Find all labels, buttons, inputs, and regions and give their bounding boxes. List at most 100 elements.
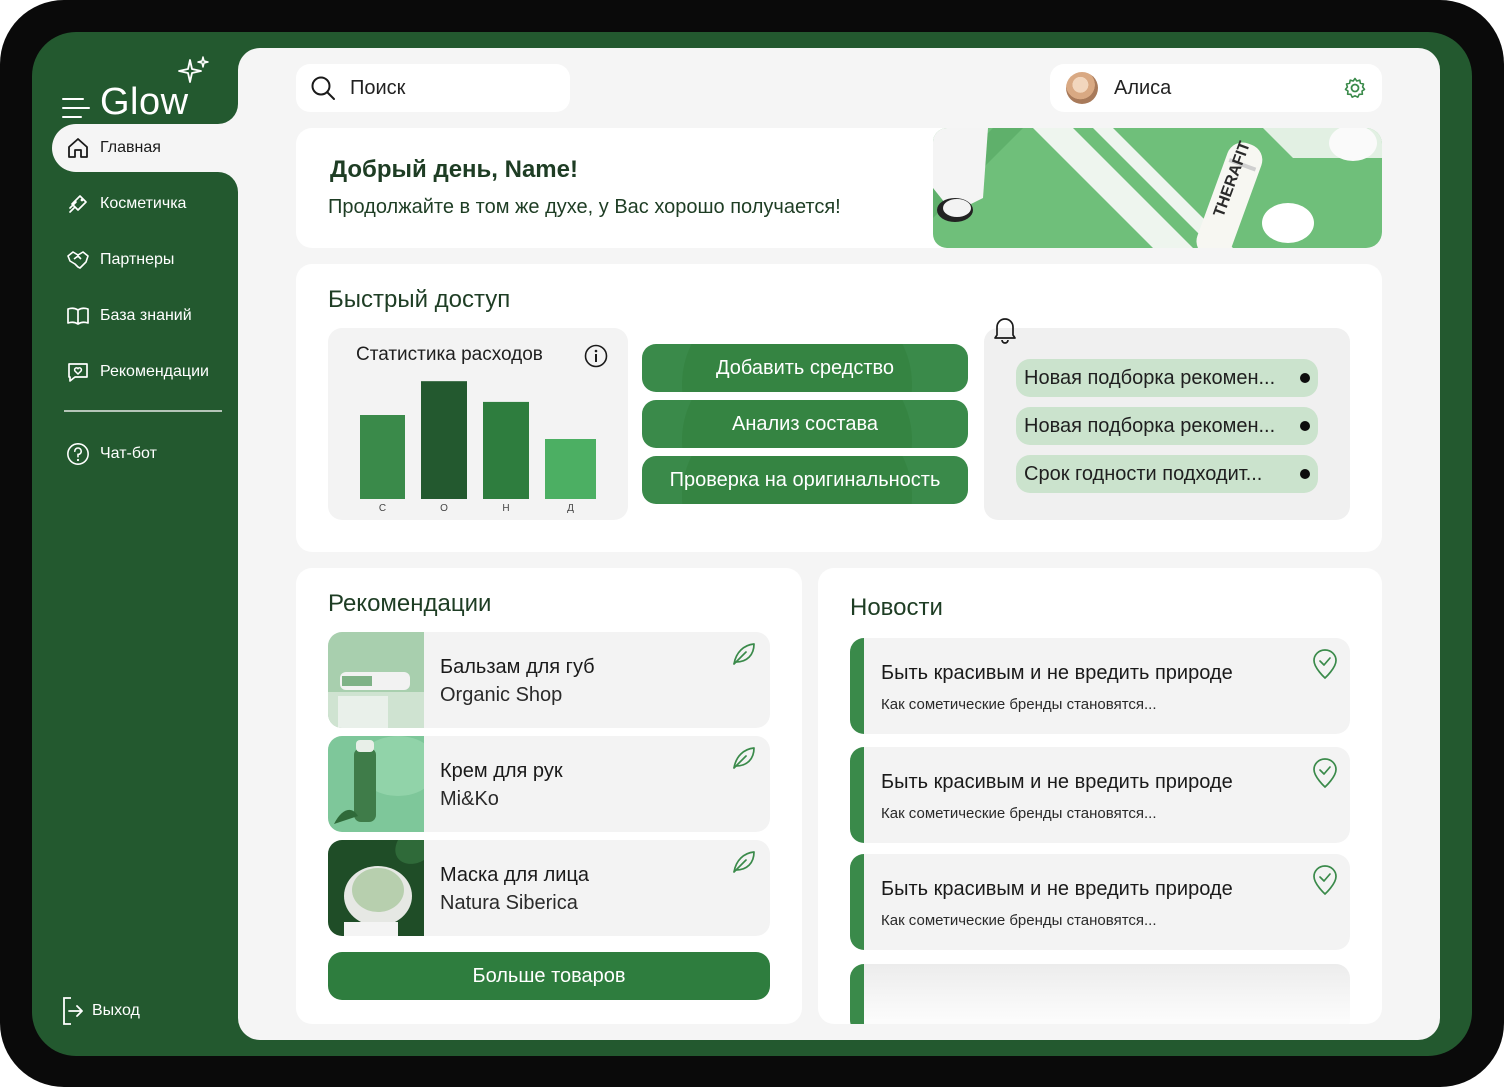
chart-bar bbox=[421, 381, 467, 499]
chat-heart-icon bbox=[68, 363, 88, 382]
sidebar-nav: Главная Косметичка Партнеры База знаний … bbox=[52, 124, 238, 486]
greeting-card: Добрый день, Name! Продолжайте в том же … bbox=[296, 128, 1382, 248]
banner-image: THERAFIT bbox=[933, 128, 1382, 248]
chatbot-label: Чат-бот bbox=[100, 445, 157, 462]
leaf-icon[interactable] bbox=[730, 640, 758, 668]
menu-icon[interactable] bbox=[62, 98, 90, 118]
handshake-icon bbox=[67, 251, 89, 269]
sidebar-item-recommendations[interactable]: Рекомендации bbox=[52, 348, 238, 396]
news-item[interactable]: Быть красивым и не вредить природе Как с… bbox=[850, 854, 1350, 950]
news-headline: Быть красивым и не вредить природе bbox=[881, 771, 1233, 793]
recommendation-item[interactable]: Бальзам для губ Organic Shop bbox=[328, 632, 770, 728]
help-circle-icon bbox=[67, 443, 89, 465]
sidebar-divider bbox=[64, 410, 222, 412]
chart-tick-label: Д bbox=[567, 503, 574, 514]
app-logo: Glow bbox=[62, 56, 209, 122]
home-icon bbox=[68, 138, 88, 158]
cosmetics-icon bbox=[69, 195, 87, 213]
chart-tick-label: О bbox=[440, 503, 448, 514]
expense-stats-card[interactable]: Статистика расходов СОНД bbox=[328, 328, 628, 520]
content-area: Алиса Добрый день, Name! Продолжайте в т… bbox=[238, 48, 1440, 1040]
recommendations-title: Рекомендации bbox=[328, 590, 492, 617]
news-headline: Быть красивым и не вредить природе bbox=[881, 662, 1233, 684]
news-panel: Новости Быть красивым и не вредить приро… bbox=[818, 568, 1382, 1024]
news-title: Новости bbox=[850, 594, 943, 621]
news-snippet: Как сометические бренды становятся... bbox=[881, 912, 1157, 929]
notification-item[interactable]: Новая подборка рекомен... bbox=[1016, 407, 1318, 445]
product-thumbnail bbox=[328, 840, 424, 936]
recommendations-panel: Рекомендации Бальзам для губ Organic Sho… bbox=[296, 568, 802, 1024]
news-snippet: Как сометические бренды становятся... bbox=[881, 805, 1157, 822]
tab-curve-top bbox=[218, 104, 238, 124]
news-accent-bar bbox=[850, 747, 864, 843]
greeting-title: Добрый день, Name! bbox=[330, 156, 578, 183]
sidebar-item-knowledge[interactable]: База знаний bbox=[52, 292, 238, 340]
recommendation-item[interactable]: Маска для лица Natura Siberica bbox=[328, 840, 770, 936]
check-badge-icon[interactable] bbox=[1312, 648, 1338, 680]
quick-actions: Добавить средство Анализ состава Проверк… bbox=[642, 344, 968, 512]
quick-access-title: Быстрый доступ bbox=[328, 286, 511, 313]
avatar[interactable] bbox=[1066, 72, 1098, 104]
unread-dot bbox=[1300, 421, 1310, 431]
logout-label: Выход bbox=[92, 1002, 140, 1019]
product-name: Крем для рук bbox=[440, 760, 563, 782]
product-thumbnail bbox=[328, 632, 424, 728]
sidebar-item-label: Главная bbox=[100, 139, 161, 156]
product-brand: Organic Shop bbox=[440, 684, 563, 706]
logout-icon bbox=[63, 997, 83, 1025]
news-accent-bar bbox=[850, 638, 864, 734]
quick-access-panel: Быстрый доступ Статистика расходов СОНД … bbox=[296, 264, 1382, 552]
sidebar-item-label: База знаний bbox=[100, 307, 192, 324]
news-item-partial[interactable] bbox=[850, 964, 1350, 1024]
chart-bar bbox=[545, 439, 596, 499]
sidebar-item-label: Партнеры bbox=[100, 251, 175, 268]
product-name: Маска для лица bbox=[440, 864, 590, 886]
news-snippet: Как сометические бренды становятся... bbox=[881, 696, 1157, 713]
search-input[interactable] bbox=[350, 76, 540, 100]
authenticity-check-button[interactable]: Проверка на оригинальность bbox=[642, 456, 968, 504]
greeting-subtitle: Продолжайте в том же духе, у Вас хорошо … bbox=[328, 196, 841, 218]
sparkle-icon bbox=[178, 56, 209, 83]
search-bar[interactable] bbox=[296, 64, 570, 112]
check-badge-icon[interactable] bbox=[1312, 864, 1338, 896]
news-item[interactable]: Быть красивым и не вредить природе Как с… bbox=[850, 747, 1350, 843]
composition-analysis-button[interactable]: Анализ состава bbox=[642, 400, 968, 448]
expense-bar-chart: СОНД bbox=[360, 381, 596, 514]
sidebar-item-label: Рекомендации bbox=[100, 363, 209, 380]
leaf-icon[interactable] bbox=[730, 744, 758, 772]
product-name: Бальзам для губ bbox=[440, 656, 595, 678]
bell-icon[interactable] bbox=[992, 314, 1018, 344]
tablet-frame: Glow Главная Косметичка Партнеры База зн… bbox=[0, 0, 1504, 1087]
sidebar-item-cosmetics[interactable]: Косметичка bbox=[52, 180, 238, 228]
news-accent-bar bbox=[850, 964, 864, 1024]
sidebar-item-partners[interactable]: Партнеры bbox=[52, 236, 238, 284]
app-screen: Glow Главная Косметичка Партнеры База зн… bbox=[32, 32, 1472, 1056]
more-products-button[interactable]: Больше товаров bbox=[328, 952, 770, 1000]
leaf-icon[interactable] bbox=[730, 848, 758, 876]
user-profile[interactable]: Алиса bbox=[1050, 64, 1382, 112]
sidebar-item-home[interactable]: Главная bbox=[52, 124, 238, 172]
news-accent-bar bbox=[850, 854, 864, 950]
product-thumbnail bbox=[328, 736, 424, 832]
notification-list: Новая подборка рекомен... Новая подборка… bbox=[1016, 359, 1318, 503]
check-badge-icon[interactable] bbox=[1312, 757, 1338, 789]
gear-icon[interactable] bbox=[1344, 77, 1366, 99]
user-name: Алиса bbox=[1114, 76, 1172, 99]
chart-tick-label: Н bbox=[502, 503, 509, 514]
chart-bar bbox=[483, 401, 529, 499]
recommendation-item[interactable]: Крем для рук Mi&Ko bbox=[328, 736, 770, 832]
sidebar-item-chatbot[interactable]: Чат-бот bbox=[52, 430, 238, 478]
search-icon bbox=[311, 76, 335, 100]
news-headline: Быть красивым и не вредить природе bbox=[881, 878, 1233, 900]
news-item[interactable]: Быть красивым и не вредить природе Как с… bbox=[850, 638, 1350, 734]
notification-item[interactable]: Срок годности подходит... bbox=[1016, 455, 1318, 493]
product-brand: Natura Siberica bbox=[440, 892, 578, 914]
add-product-button[interactable]: Добавить средство bbox=[642, 344, 968, 392]
logout-button[interactable]: Выход bbox=[62, 996, 140, 1026]
notification-item[interactable]: Новая подборка рекомен... bbox=[1016, 359, 1318, 397]
unread-dot bbox=[1300, 373, 1310, 383]
book-icon bbox=[67, 307, 89, 325]
product-brand: Mi&Ko bbox=[440, 788, 499, 810]
chart-tick-label: С bbox=[379, 503, 386, 514]
chart-bar bbox=[360, 415, 405, 499]
